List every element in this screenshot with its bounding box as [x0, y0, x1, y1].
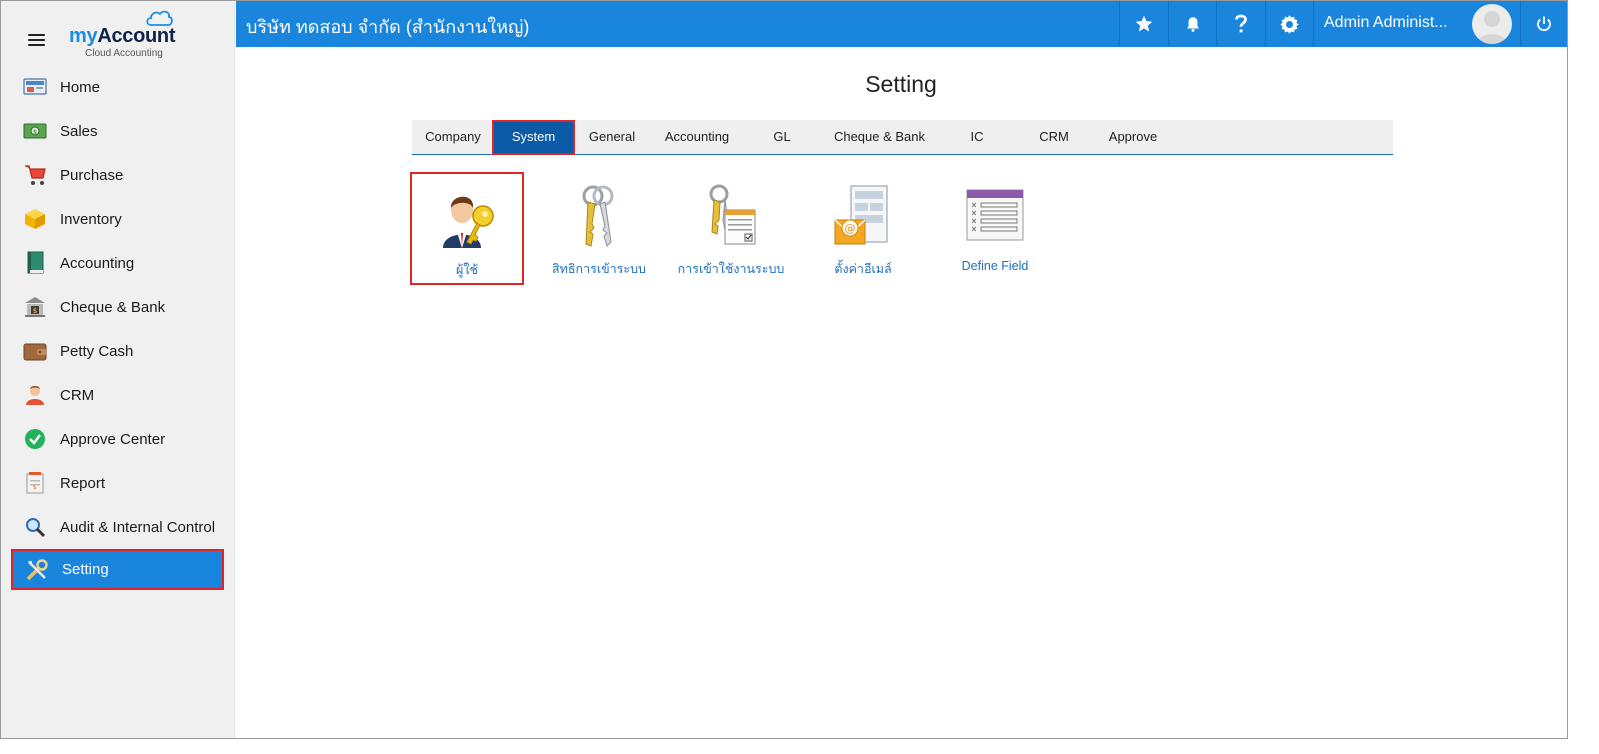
- logo-area: myAccount Cloud Accounting: [1, 1, 235, 65]
- sidebar-item-label: Petty Cash: [60, 342, 134, 360]
- tile-access-rights[interactable]: สิทธิการเข้าระบบ: [542, 172, 656, 285]
- sidebar-item-petty-cash[interactable]: Petty Cash: [1, 329, 235, 373]
- star-icon: [1135, 15, 1152, 32]
- help-button[interactable]: [1216, 1, 1264, 47]
- tile-label: สิทธิการเข้าระบบ: [552, 262, 646, 276]
- svg-text:$: $: [33, 307, 37, 315]
- avatar[interactable]: [1472, 4, 1512, 44]
- help-icon: [1234, 14, 1247, 33]
- sidebar-item-label: Report: [60, 474, 106, 492]
- ledger-book-icon: [23, 251, 47, 275]
- bell-icon: [1186, 17, 1199, 32]
- sidebar-item-label: CRM: [60, 386, 95, 404]
- sidebar-item-label: Inventory: [60, 210, 122, 228]
- tab-ic[interactable]: IC: [947, 120, 1007, 154]
- tools-icon: [25, 558, 49, 582]
- sidebar-item-inventory[interactable]: Inventory: [1, 197, 235, 241]
- logout-button[interactable]: [1520, 1, 1566, 47]
- header-divider: [1313, 1, 1314, 47]
- sidebar-item-label: Accounting: [60, 254, 135, 272]
- sidebar-item-audit[interactable]: Audit & Internal Control: [1, 505, 235, 549]
- tab-approve[interactable]: Approve: [1098, 120, 1168, 154]
- gear-icon: [1280, 14, 1299, 34]
- user-key-icon: [443, 196, 494, 248]
- sidebar-item-label: Audit & Internal Control: [60, 518, 216, 536]
- tile-email-setting[interactable]: @ ตั้งค่าอีเมล์: [806, 172, 920, 285]
- settings-tiles: ผู้ใช้ สิทธิการเข้าระบบ การเข้าใช้งานระบ…: [410, 172, 1110, 292]
- user-silhouette-icon: [1477, 11, 1507, 44]
- page-title: Setting: [865, 71, 937, 97]
- tab-gl[interactable]: GL: [752, 120, 812, 154]
- tab-accounting[interactable]: Accounting: [652, 120, 742, 154]
- sidebar-item-label: Cheque & Bank: [60, 298, 166, 316]
- define-field-icon: [966, 189, 1024, 241]
- bank-icon: $: [23, 295, 47, 319]
- sidebar-nav: Home $ Sales Purchase Inventory Accounti…: [1, 65, 235, 590]
- hamburger-menu-icon[interactable]: [28, 34, 45, 47]
- brand-name: myAccount: [69, 25, 176, 47]
- sidebar-item-label: Approve Center: [60, 430, 166, 448]
- tile-label: ตั้งค่าอีเมล์: [834, 262, 892, 276]
- key-document-icon: [709, 184, 756, 245]
- favorites-button[interactable]: [1119, 1, 1167, 47]
- sidebar-item-label: Purchase: [60, 166, 124, 184]
- check-circle-icon: [23, 427, 47, 451]
- tile-label: Define Field: [961, 259, 1029, 273]
- sidebar: myAccount Cloud Accounting Home $ Sales: [1, 1, 235, 738]
- tile-system-access[interactable]: การเข้าใช้งานระบบ: [674, 172, 788, 285]
- magnifier-icon: [23, 515, 47, 539]
- brand-logo[interactable]: myAccount Cloud Accounting: [69, 9, 189, 61]
- sidebar-item-approve-center[interactable]: Approve Center: [1, 417, 235, 461]
- person-icon: [23, 383, 47, 407]
- box-icon: [23, 207, 47, 231]
- app-window: myAccount Cloud Accounting Home $ Sales: [0, 0, 1568, 739]
- top-header: บริษัท ทดสอบ จำกัด (สำนักงานใหญ่) Admin …: [236, 1, 1567, 47]
- tab-system[interactable]: System: [492, 120, 575, 155]
- sidebar-item-cheque-bank[interactable]: $ Cheque & Bank: [1, 285, 235, 329]
- notifications-button[interactable]: [1168, 1, 1216, 47]
- wallet-icon: [23, 339, 47, 363]
- sidebar-item-purchase[interactable]: Purchase: [1, 153, 235, 197]
- sidebar-item-sales[interactable]: $ Sales: [1, 109, 235, 153]
- sidebar-item-accounting[interactable]: Accounting: [1, 241, 235, 285]
- keys-icon: [582, 185, 614, 247]
- tile-label: การเข้าใช้งานระบบ: [677, 262, 785, 276]
- tab-cheque-bank[interactable]: Cheque & Bank: [827, 120, 932, 154]
- company-name[interactable]: บริษัท ทดสอบ จำกัด (สำนักงานใหญ่): [246, 12, 529, 41]
- settings-button[interactable]: [1265, 1, 1313, 47]
- sales-money-icon: $: [23, 119, 47, 143]
- tile-users[interactable]: ผู้ใช้: [410, 172, 524, 285]
- sidebar-item-label: Sales: [60, 122, 98, 140]
- brand-tagline: Cloud Accounting: [85, 48, 163, 59]
- sidebar-item-setting[interactable]: Setting: [11, 549, 224, 590]
- email-setting-icon: @: [834, 185, 888, 245]
- user-name[interactable]: Admin Administ...: [1324, 14, 1448, 32]
- svg-text:$: $: [33, 484, 37, 491]
- svg-text:$: $: [33, 129, 37, 136]
- sidebar-item-label: Setting: [62, 561, 109, 578]
- tab-crm[interactable]: CRM: [1024, 120, 1084, 154]
- power-icon: [1536, 16, 1551, 32]
- shopping-cart-icon: [23, 163, 47, 187]
- report-icon: $: [23, 471, 47, 495]
- settings-tabs: Company System General Accounting GL Che…: [412, 120, 1393, 155]
- sidebar-item-report[interactable]: $ Report: [1, 461, 235, 505]
- svg-text:@: @: [845, 222, 856, 235]
- tile-define-field[interactable]: Define Field: [938, 172, 1052, 285]
- tab-general[interactable]: General: [575, 120, 649, 154]
- tile-label: ผู้ใช้: [456, 263, 478, 277]
- sidebar-item-crm[interactable]: CRM: [1, 373, 235, 417]
- tab-company[interactable]: Company: [412, 120, 494, 154]
